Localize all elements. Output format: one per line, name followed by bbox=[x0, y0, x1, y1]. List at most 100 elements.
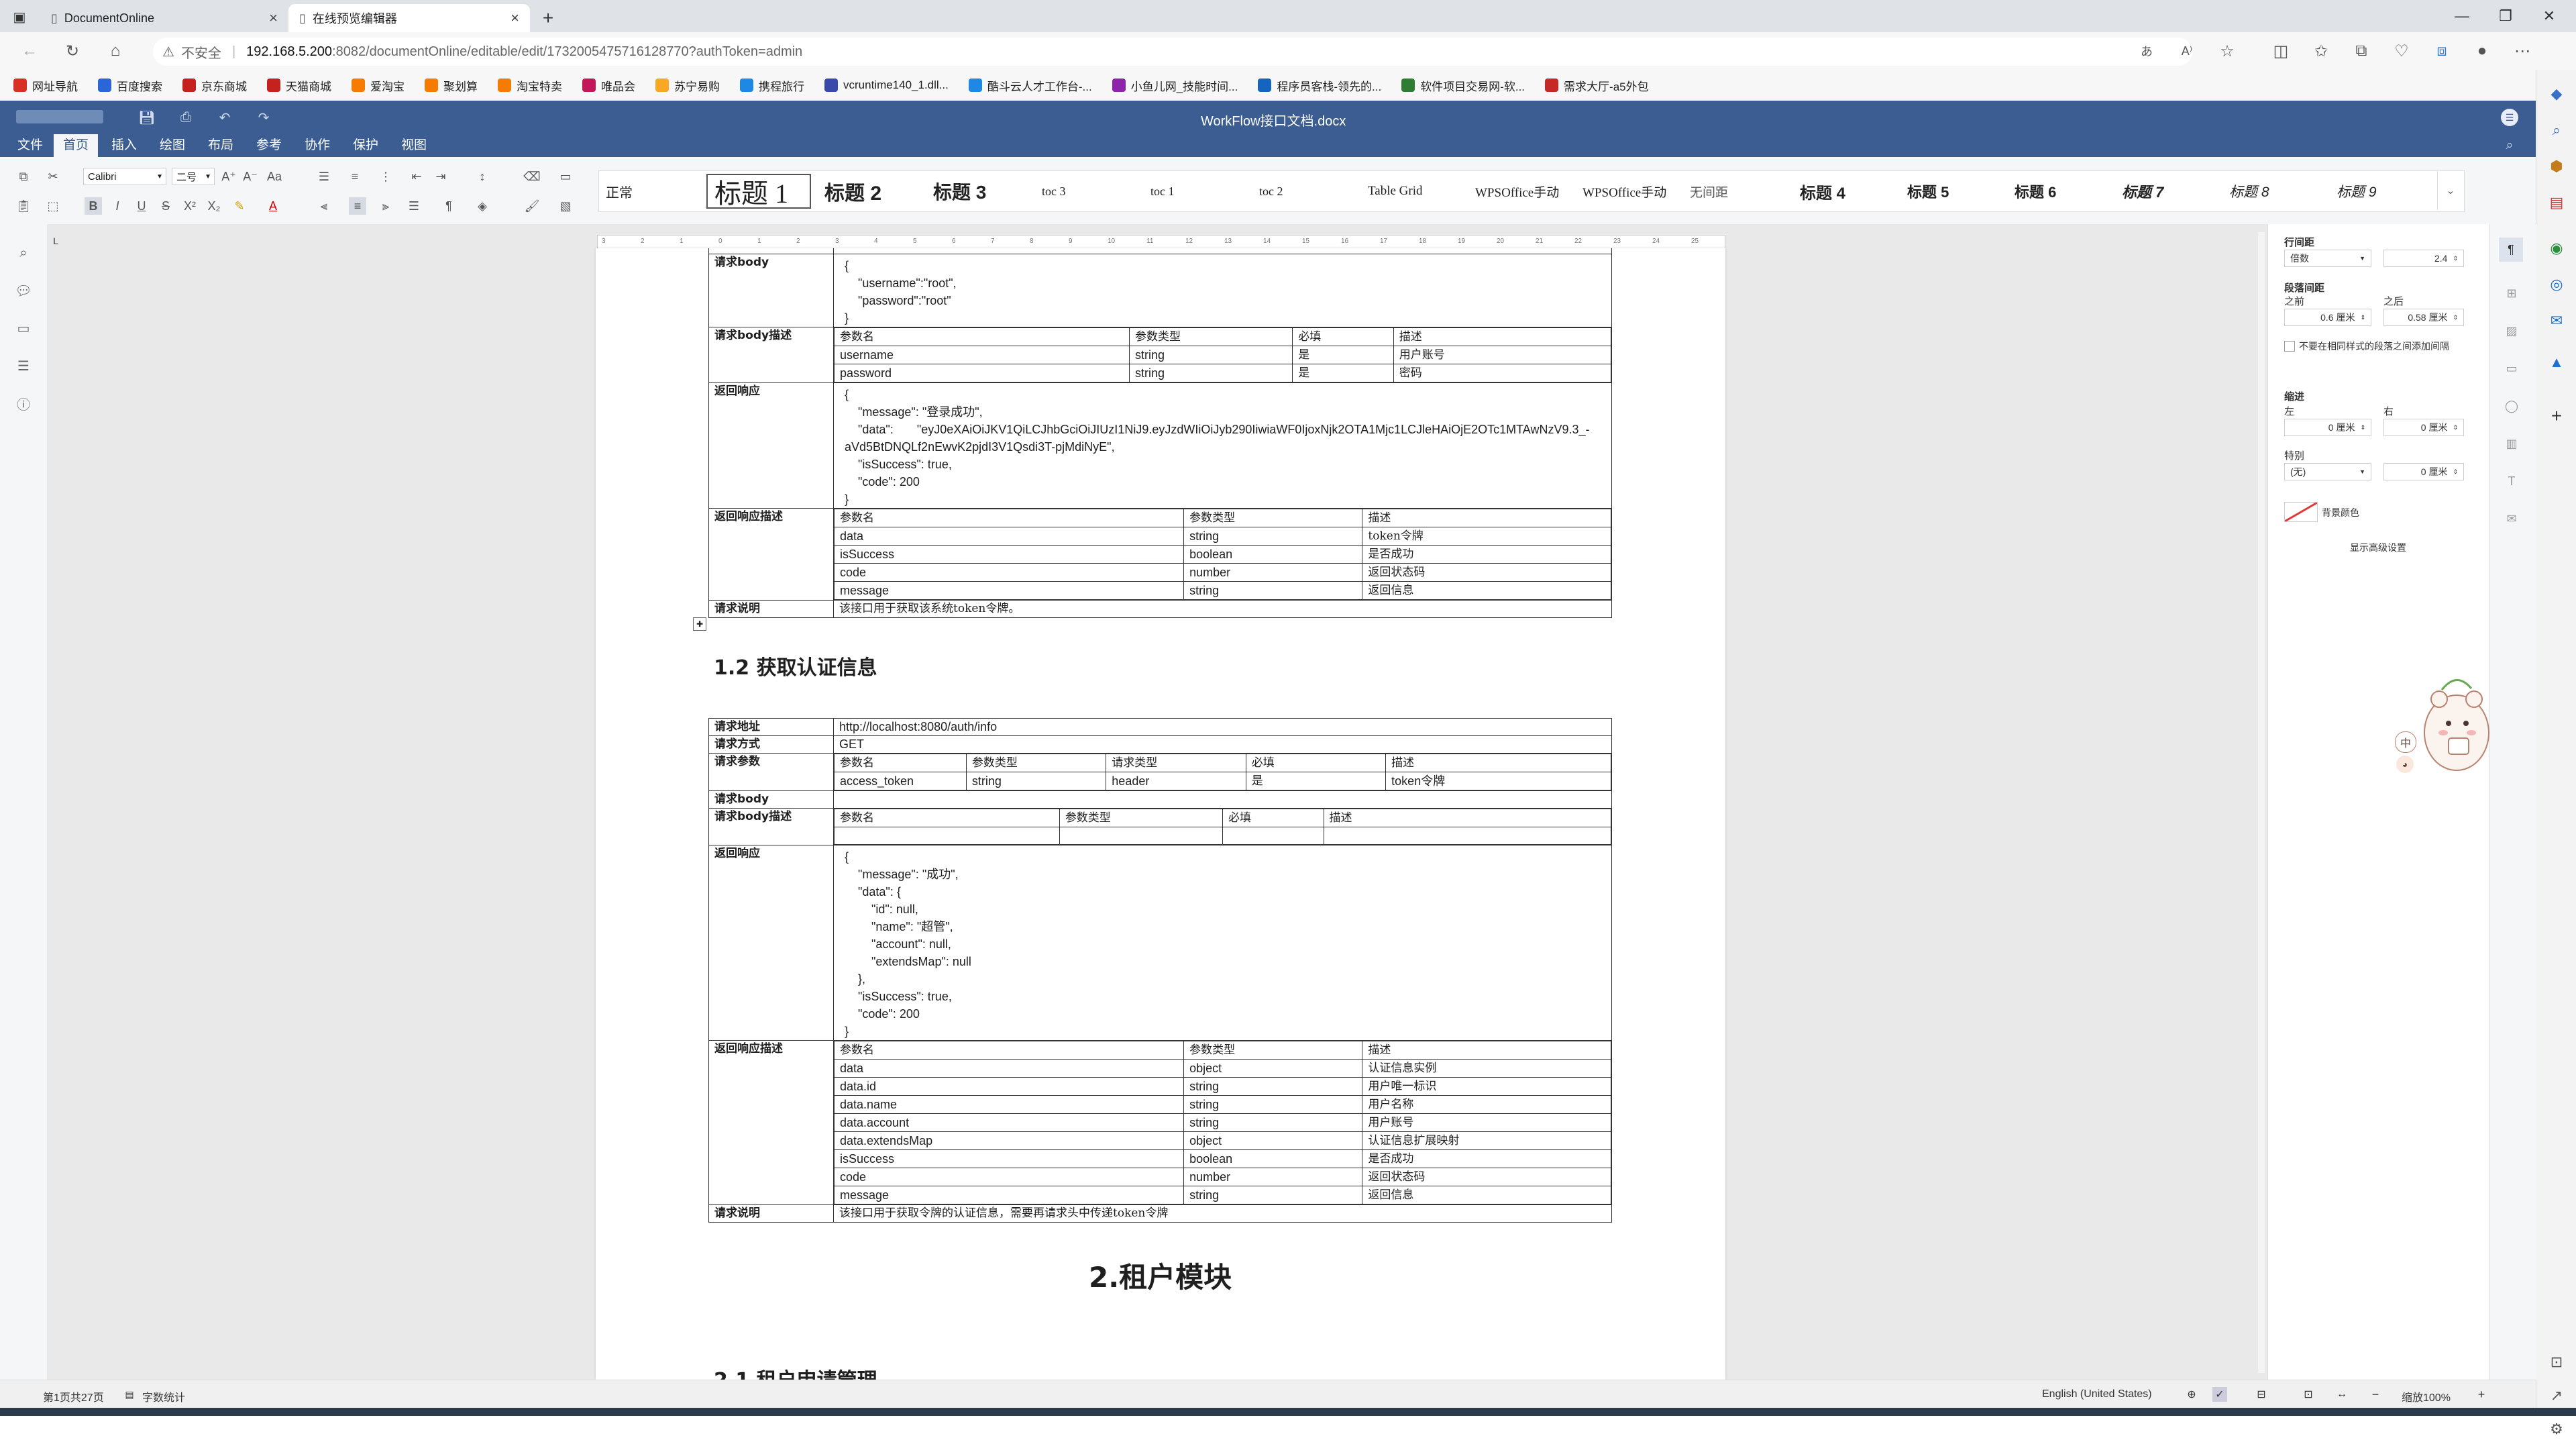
line-spacing-icon[interactable]: ↕ bbox=[474, 168, 491, 185]
subscript-icon[interactable]: X₂ bbox=[205, 197, 223, 215]
zoom-out-icon[interactable]: − bbox=[2368, 1387, 2383, 1402]
open-external-icon[interactable]: ↗ bbox=[2546, 1385, 2567, 1406]
space-after-input[interactable]: 0.58 厘米 ⇕ bbox=[2383, 309, 2464, 326]
fit-page-icon[interactable]: ⊡ bbox=[2301, 1387, 2316, 1402]
style-table-grid[interactable]: Table Grid bbox=[1361, 174, 1466, 209]
bookmark-item[interactable]: 携程旅行 bbox=[740, 77, 804, 94]
style-heading-8[interactable]: 标题 8 bbox=[2222, 174, 2327, 209]
word-count-button[interactable]: 字数统计 bbox=[142, 1388, 185, 1404]
search-icon[interactable]: ⌕ bbox=[15, 244, 32, 262]
read-aloud-icon[interactable]: A⁾ bbox=[2174, 39, 2200, 63]
user-avatar[interactable]: ☰ bbox=[2501, 109, 2518, 126]
vertical-scrollbar[interactable] bbox=[2258, 232, 2265, 1373]
style-heading-2[interactable]: 标题 2 bbox=[818, 174, 922, 209]
bookmark-item[interactable]: vcruntime140_1.dll... bbox=[824, 79, 949, 92]
bookmark-item[interactable]: 酷斗云人才工作台-... bbox=[968, 77, 1092, 94]
bookmark-item[interactable]: 需求大厅-a5外包 bbox=[1545, 77, 1649, 94]
bookmark-item[interactable]: 网址导航 bbox=[13, 77, 78, 94]
language-indicator[interactable]: English (United States) bbox=[2042, 1388, 2152, 1400]
change-case-icon[interactable]: Aa bbox=[266, 168, 283, 185]
stepper-icon[interactable]: ⇕ bbox=[2360, 424, 2365, 431]
outlook-icon[interactable]: ✉ bbox=[2546, 310, 2567, 331]
background-color-swatch[interactable] bbox=[2284, 502, 2318, 522]
style-heading-1[interactable]: 标题 1 bbox=[706, 174, 811, 209]
menu-insert[interactable]: 插入 bbox=[102, 134, 146, 157]
shading-icon[interactable]: ◈ bbox=[474, 197, 491, 215]
special-indent-select[interactable]: (无) ▼ bbox=[2284, 463, 2371, 480]
align-right-icon[interactable]: ⫸ bbox=[377, 197, 394, 215]
font-family-select[interactable]: Calibri ▼ bbox=[83, 168, 166, 185]
close-icon[interactable]: × bbox=[511, 9, 519, 27]
home-icon[interactable]: ⌂ bbox=[102, 39, 129, 63]
copy-icon[interactable]: ⧉ bbox=[15, 168, 32, 185]
add-sidebar-app-icon[interactable]: + bbox=[2546, 405, 2567, 427]
highlight-icon[interactable]: ✎ bbox=[231, 197, 248, 215]
style-heading-7[interactable]: 标题 7 bbox=[2115, 174, 2220, 209]
favorites-icon[interactable]: ✩ bbox=[2308, 39, 2334, 63]
strikethrough-icon[interactable]: S bbox=[157, 197, 174, 215]
style-toc-1[interactable]: toc 1 bbox=[1144, 174, 1248, 209]
back-icon[interactable]: ← bbox=[16, 39, 43, 63]
right-indent-input[interactable]: 0 厘米 ⇕ bbox=[2383, 419, 2464, 436]
line-spacing-value-input[interactable]: 2.4 ⇕ bbox=[2383, 250, 2464, 267]
bookmark-item[interactable]: 京东商城 bbox=[182, 77, 247, 94]
stepper-icon[interactable]: ⇕ bbox=[2360, 314, 2365, 321]
header-footer-icon[interactable]: ▭ bbox=[2503, 360, 2520, 377]
style-heading-9[interactable]: 标题 9 bbox=[2330, 174, 2434, 209]
format-painter-icon[interactable]: 🖌︎ bbox=[523, 197, 541, 215]
space-before-input[interactable]: 0.6 厘米 ⇕ bbox=[2284, 309, 2371, 326]
office-icon[interactable]: ◎ bbox=[2546, 274, 2567, 295]
shopping-icon[interactable]: ⬢ bbox=[2546, 156, 2567, 177]
comment-icon[interactable]: 💬︎ bbox=[15, 282, 32, 299]
shrink-font-icon[interactable]: A⁻ bbox=[241, 168, 259, 185]
image-icon[interactable]: ▧ bbox=[557, 197, 574, 215]
new-tab-button[interactable]: + bbox=[537, 7, 559, 30]
undo-icon[interactable]: ↶ bbox=[216, 109, 233, 126]
hide-sidebar-icon[interactable]: ⊡ bbox=[2546, 1351, 2567, 1373]
settings-gear-icon[interactable]: ⚙ bbox=[2546, 1419, 2567, 1440]
stepper-icon[interactable]: ⇕ bbox=[2453, 255, 2458, 262]
chevron-down-icon[interactable]: ⌄ bbox=[2437, 171, 2463, 210]
minimize-button[interactable]: — bbox=[2449, 5, 2475, 27]
url-field[interactable]: ⚠ 不安全 | 192.168.5.200 :8082/documentOnli… bbox=[153, 38, 2192, 66]
maximize-button[interactable]: ❐ bbox=[2492, 5, 2519, 27]
paragraph-mark-icon[interactable]: ¶ bbox=[440, 197, 458, 215]
left-indent-input[interactable]: 0 厘米 ⇕ bbox=[2284, 419, 2371, 436]
text-art-icon[interactable]: ▭ bbox=[557, 168, 574, 185]
favorite-star-icon[interactable]: ☆ bbox=[2214, 39, 2241, 63]
stepper-icon[interactable]: ⇕ bbox=[2453, 468, 2458, 476]
split-screen-icon[interactable]: ◫ bbox=[2267, 39, 2294, 63]
close-icon[interactable]: × bbox=[269, 9, 278, 27]
style-toc-3[interactable]: toc 3 bbox=[1035, 174, 1140, 209]
browser-essentials-icon[interactable]: ♡ bbox=[2388, 39, 2415, 63]
refresh-icon[interactable]: ↻ bbox=[59, 39, 86, 63]
info-icon[interactable]: ⓘ bbox=[15, 395, 32, 413]
line-spacing-mode-select[interactable]: 倍数 ▼ bbox=[2284, 250, 2371, 267]
menu-layout[interactable]: 布局 bbox=[199, 134, 243, 157]
menu-collaborate[interactable]: 协作 bbox=[295, 134, 339, 157]
style-heading-6[interactable]: 标题 6 bbox=[2008, 174, 2112, 209]
close-window-button[interactable]: ✕ bbox=[2536, 5, 2563, 27]
extensions-icon[interactable]: ⧈ bbox=[2428, 39, 2455, 63]
table-move-handle[interactable]: ✚ bbox=[693, 617, 706, 631]
games-icon[interactable]: ◉ bbox=[2546, 238, 2567, 259]
select-all-icon[interactable]: ⬚ bbox=[44, 197, 62, 215]
copilot-icon[interactable]: ◆ bbox=[2546, 83, 2567, 105]
print-icon[interactable]: ⎙ bbox=[177, 109, 195, 126]
search-icon[interactable]: ⌕ bbox=[2501, 137, 2518, 154]
zoom-level[interactable]: 缩放100% bbox=[2402, 1388, 2451, 1404]
style-wps-manual-2[interactable]: WPSOffice手动 bbox=[1576, 174, 1683, 209]
collections-icon[interactable]: ⧉ bbox=[2348, 39, 2375, 63]
tools-icon[interactable]: ▤ bbox=[2546, 192, 2567, 213]
style-toc-2[interactable]: toc 2 bbox=[1252, 174, 1357, 209]
cut-icon[interactable]: ✂ bbox=[44, 168, 62, 185]
decrease-indent-icon[interactable]: ⇤ bbox=[408, 168, 425, 185]
image-settings-icon[interactable]: ▨ bbox=[2503, 322, 2520, 340]
globe-icon[interactable]: ⊕ bbox=[2184, 1387, 2199, 1402]
fit-width-icon[interactable]: ↔ bbox=[2334, 1387, 2349, 1402]
menu-file[interactable]: 文件 bbox=[8, 134, 52, 157]
ime-chinese-icon[interactable]: 中 bbox=[2395, 731, 2416, 753]
ime-skin-icon[interactable]: ◕ bbox=[2396, 756, 2414, 773]
menu-view[interactable]: 视图 bbox=[392, 134, 436, 157]
no-space-checkbox[interactable] bbox=[2284, 341, 2295, 352]
